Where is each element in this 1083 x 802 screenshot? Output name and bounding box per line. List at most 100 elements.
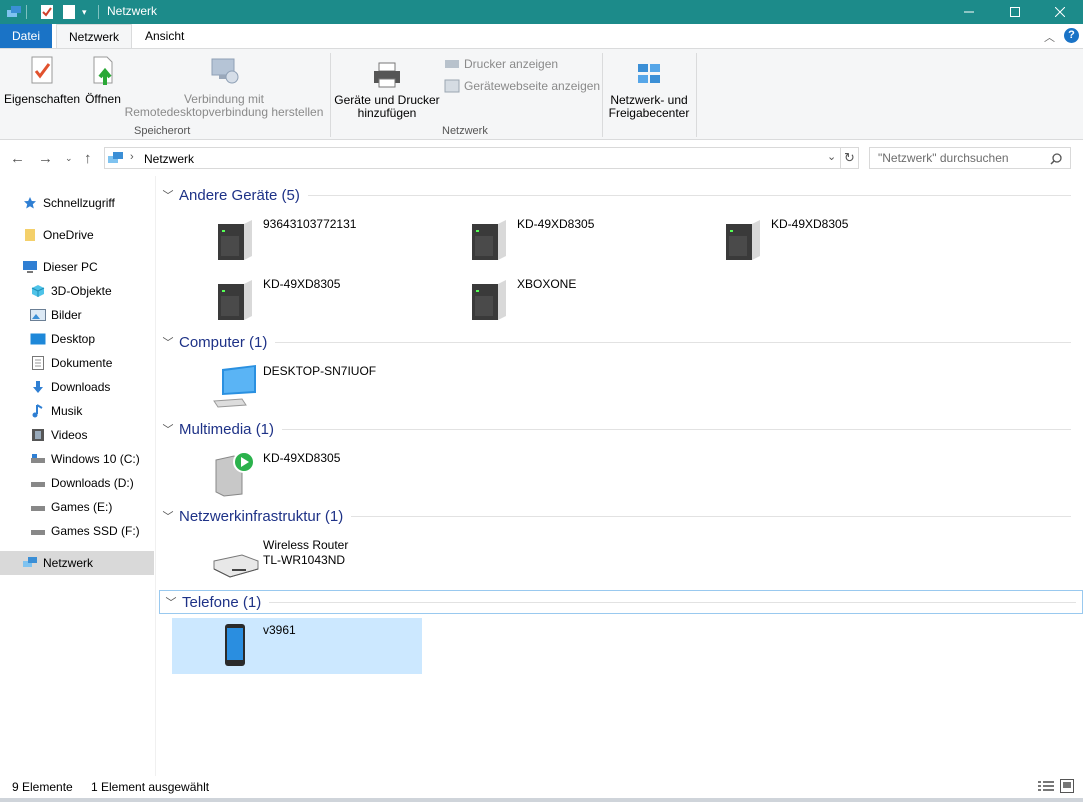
explorer-window: ▾ Netzwerk Datei Netzwerk Ansicht ︿ ? Ei… — [0, 0, 1083, 802]
download-icon — [30, 379, 46, 395]
sidebar-item-drive-f[interactable]: Games SSD (F:) — [0, 519, 154, 543]
group-header-other-devices[interactable]: ﹀ Andere Geräte (5) — [157, 183, 1077, 207]
maximize-button[interactable] — [992, 0, 1038, 24]
device-item[interactable]: KD-49XD8305 — [172, 272, 422, 328]
open-button[interactable]: Öffnen — [82, 55, 124, 106]
folder-icon — [22, 227, 38, 243]
router-label: Wireless Router TL-WR1043ND — [263, 538, 349, 567]
item-count: 9 Elemente — [12, 780, 73, 794]
forward-arrow-icon[interactable]: → — [38, 150, 53, 167]
drive-icon — [30, 523, 46, 539]
network-device-icon — [218, 220, 252, 260]
address-dropdown-icon[interactable]: ⌄ — [827, 150, 836, 163]
documents-icon — [30, 355, 46, 371]
properties-icon — [31, 56, 53, 84]
ribbon: Eigenschaften Öffnen Verbindung mit Remo… — [0, 48, 1083, 140]
back-arrow-icon[interactable]: ← — [10, 150, 25, 167]
computer-item[interactable]: DESKTOP-SN7IUOF — [172, 359, 422, 415]
device-item[interactable]: XBOXONE — [426, 272, 676, 328]
network-icon — [22, 555, 38, 571]
video-icon — [30, 427, 46, 443]
device-item[interactable]: 93643103772131 — [172, 212, 422, 268]
sidebar-item-windows-drive[interactable]: Windows 10 (C:) — [0, 447, 154, 471]
show-printers-button[interactable]: Drucker anzeigen — [444, 57, 558, 71]
tab-network[interactable]: Netzwerk — [56, 24, 133, 49]
tab-file[interactable]: Datei — [0, 24, 52, 48]
desktop-icon — [30, 331, 46, 347]
sidebar-item-onedrive[interactable]: OneDrive — [0, 223, 154, 247]
tab-view[interactable]: Ansicht — [133, 24, 196, 48]
network-center-icon — [638, 64, 660, 83]
device-item[interactable]: KD-49XD8305 — [426, 212, 676, 268]
open-icon — [93, 56, 113, 85]
show-device-webpage-button[interactable]: Gerätewebseite anzeigen — [444, 79, 600, 93]
breadcrumb-separator-icon: › — [130, 151, 134, 163]
sidebar-item-desktop[interactable]: Desktop — [0, 327, 154, 351]
minimize-button[interactable] — [946, 0, 992, 24]
collapse-ribbon-icon[interactable]: ︿ — [1044, 29, 1055, 45]
star-icon — [22, 195, 38, 211]
group-header-multimedia[interactable]: ﹀ Multimedia (1) — [157, 417, 1077, 441]
search-box — [869, 147, 1071, 169]
add-devices-button[interactable]: Geräte und Drucker hinzufügen — [334, 61, 440, 120]
sidebar-item-network[interactable]: Netzwerk — [0, 551, 154, 575]
address-row: ← → ⌄ ↑ › Netzwerk ⌄ ↻ — [0, 140, 1083, 176]
pc-icon — [22, 259, 38, 275]
selection-count: 1 Element ausgewählt — [91, 780, 210, 794]
router-item[interactable]: Wireless Router TL-WR1043ND — [172, 533, 422, 589]
media-player-icon — [215, 451, 255, 497]
group-header-computer[interactable]: ﹀ Computer (1) — [157, 330, 1077, 354]
details-view-icon[interactable] — [1038, 780, 1054, 795]
cube-icon — [30, 283, 46, 299]
windows-drive-icon — [30, 451, 46, 467]
large-icons-view-icon[interactable] — [1060, 779, 1074, 796]
chevron-down-icon: ﹀ — [162, 190, 174, 202]
remote-desktop-button[interactable]: Verbindung mit Remotedesktopverbindung h… — [124, 55, 324, 119]
properties-quick-icon[interactable] — [40, 3, 54, 21]
phone-item[interactable]: v3961 — [172, 618, 422, 674]
up-arrow-icon[interactable]: ↑ — [84, 150, 92, 167]
sidebar-item-this-pc[interactable]: Dieser PC — [0, 255, 154, 279]
drive-icon — [30, 475, 46, 491]
new-folder-quick-icon[interactable] — [62, 3, 76, 21]
network-device-icon — [472, 220, 506, 260]
ribbon-tabs: Datei Netzwerk Ansicht ︿ ? — [0, 24, 1083, 49]
search-icon[interactable] — [1050, 153, 1062, 165]
refresh-icon[interactable]: ↻ — [840, 147, 859, 169]
network-device-icon — [218, 280, 252, 320]
printer-icon — [374, 62, 400, 88]
breadcrumb-network[interactable]: Netzwerk — [144, 152, 194, 166]
router-icon — [213, 554, 259, 578]
sidebar-item-drive-d[interactable]: Downloads (D:) — [0, 471, 154, 495]
music-icon — [30, 403, 46, 419]
drive-icon — [30, 499, 46, 515]
sidebar-item-documents[interactable]: Dokumente — [0, 351, 154, 375]
sidebar-item-pictures[interactable]: Bilder — [0, 303, 154, 327]
group-header-phones[interactable]: ﹀ Telefone (1) — [159, 590, 1083, 614]
window-title: Netzwerk — [107, 4, 158, 18]
close-button[interactable] — [1037, 0, 1083, 24]
sidebar-item-videos[interactable]: Videos — [0, 423, 154, 447]
computer-icon — [213, 365, 256, 408]
network-center-button[interactable]: Netzwerk- und Freigabecenter — [606, 61, 692, 120]
sidebar-item-downloads[interactable]: Downloads — [0, 375, 154, 399]
chevron-down-icon: ﹀ — [162, 424, 174, 436]
group-header-network-infrastructure[interactable]: ﹀ Netzwerkinfrastruktur (1) — [157, 504, 1077, 528]
chevron-down-icon: ﹀ — [162, 337, 174, 349]
help-icon[interactable]: ? — [1064, 28, 1079, 43]
taskbar-strip — [0, 798, 1083, 802]
webpage-icon — [444, 79, 460, 93]
search-input[interactable] — [870, 148, 1040, 168]
customize-quick-access-icon[interactable]: ▾ — [82, 3, 87, 21]
sidebar-item-music[interactable]: Musik — [0, 399, 154, 423]
sidebar-item-quick-access[interactable]: Schnellzugriff — [0, 191, 154, 215]
status-bar: 9 Elemente 1 Element ausgewählt — [0, 776, 1083, 798]
sidebar-item-3d-objects[interactable]: 3D-Objekte — [0, 279, 154, 303]
chevron-down-icon: ﹀ — [162, 511, 174, 523]
media-device-item[interactable]: KD-49XD8305 — [172, 446, 422, 502]
recent-locations-chevron-icon[interactable]: ⌄ — [65, 153, 73, 164]
device-item[interactable]: KD-49XD8305 — [680, 212, 930, 268]
properties-button[interactable]: Eigenschaften — [4, 55, 80, 106]
address-bar[interactable]: › Netzwerk ⌄ — [104, 147, 841, 169]
sidebar-item-drive-e[interactable]: Games (E:) — [0, 495, 154, 519]
